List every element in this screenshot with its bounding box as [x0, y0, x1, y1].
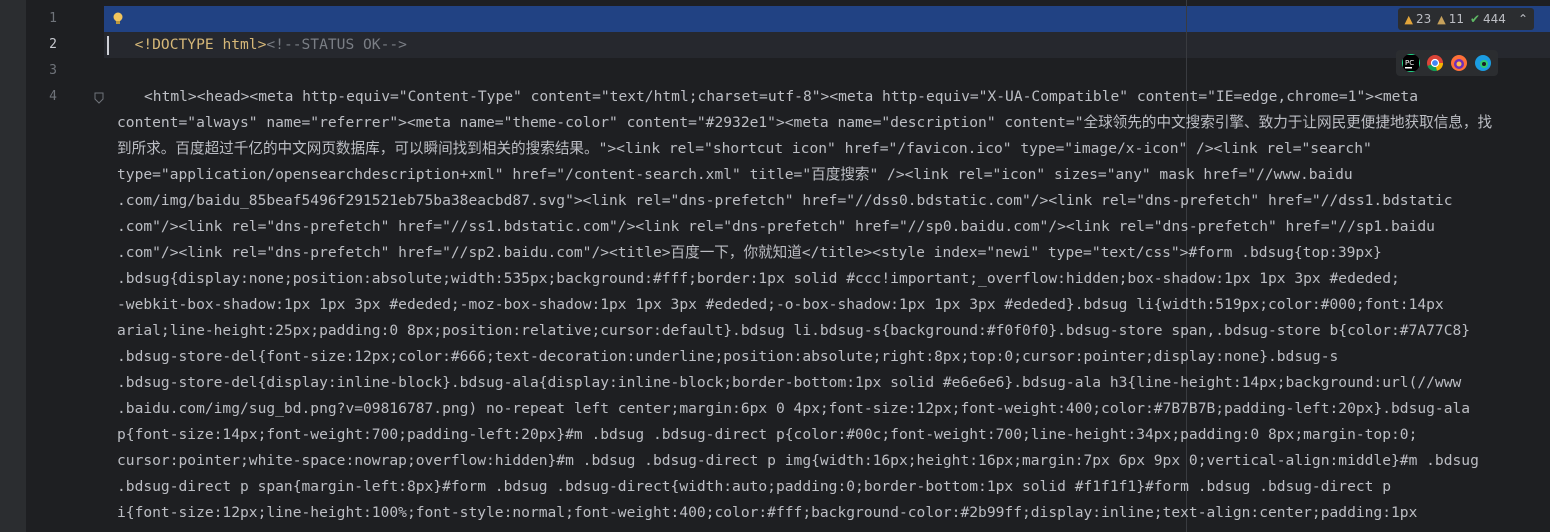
doctype: <!DOCTYPE html> — [134, 36, 267, 53]
fold-icon[interactable] — [94, 92, 104, 104]
ok-count[interactable]: ✔ 444 — [1470, 12, 1506, 26]
firefox-icon[interactable] — [1450, 54, 1468, 72]
lightbulb-icon[interactable] — [112, 12, 124, 26]
weak-warning-icon: ▲ — [1437, 12, 1446, 26]
code-line-wrap: .bdsug-store-del{font-size:12px;color:#6… — [117, 348, 1339, 365]
code-line-wrap: .com"/><link rel="dns-prefetch" href="//… — [117, 244, 1382, 261]
chrome-icon[interactable] — [1426, 54, 1444, 72]
line-number: 2 — [49, 37, 57, 52]
inspections-widget[interactable]: ▲ 23 ▲ 11 ✔ 444 ⌃ — [1398, 8, 1534, 30]
code-line-wrap: .bdsug-direct p span{margin-left:8px}#fo… — [117, 478, 1391, 495]
line-number: 3 — [49, 63, 57, 78]
code-line-wrap: arial;line-height:25px;padding:0 8px;pos… — [117, 322, 1471, 339]
code-line-wrap: -webkit-box-shadow:1px 1px 3px #ededed;-… — [117, 296, 1444, 313]
code-line-wrap: 到所求。百度超过千亿的中文网页数据库，可以瞬间找到相关的搜索结果。"><link… — [117, 140, 1372, 157]
code-line-wrap: .bdsug{display:none;position:absolute;wi… — [117, 270, 1400, 287]
code-line-wrap: .com/img/baidu_85beaf5496f291521eb75ba38… — [117, 192, 1453, 209]
comment: <!--STATUS OK--> — [266, 36, 407, 53]
code-line-wrap: i{font-size:12px;line-height:100%;font-s… — [117, 504, 1418, 521]
code-line-wrap: .baidu.com/img/sug_bd.png?v=09816787.png… — [117, 400, 1471, 417]
weak-warnings-count[interactable]: ▲ 11 — [1437, 12, 1464, 26]
code-line-wrap: type="application/opensearchdescription+… — [117, 166, 1353, 183]
line-number: 1 — [49, 11, 57, 26]
warnings-count[interactable]: ▲ 23 — [1404, 12, 1431, 26]
tool-window-strip — [0, 0, 27, 532]
warning-icon: ▲ — [1404, 12, 1413, 26]
chevron-up-icon[interactable]: ⌃ — [1518, 12, 1528, 26]
check-icon: ✔ — [1469, 12, 1481, 26]
pycharm-icon[interactable]: PC — [1402, 54, 1420, 72]
code-line-wrap: content="always" name="referrer"><meta n… — [117, 114, 1493, 131]
browser-preview-toolbar: PC — [1396, 50, 1498, 76]
code-line-1: <!DOCTYPE html><!--STATUS OK--> — [117, 6, 407, 53]
text-caret — [107, 36, 109, 55]
svg-text:PC: PC — [1405, 59, 1414, 67]
code-line-4: <html><head><meta http-equiv="Content-Ty… — [144, 88, 1418, 105]
code-line-wrap: p{font-size:14px;font-weight:700;padding… — [117, 426, 1418, 443]
code-line-wrap: .bdsug-store-del{display:inline-block}.b… — [117, 374, 1462, 391]
code-line-wrap: cursor:pointer;white-space:nowrap;overfl… — [117, 452, 1479, 469]
code-line-wrap: .com"/><link rel="dns-prefetch" href="//… — [117, 218, 1435, 235]
line-number: 4 — [49, 89, 57, 104]
edge-icon[interactable] — [1474, 54, 1492, 72]
